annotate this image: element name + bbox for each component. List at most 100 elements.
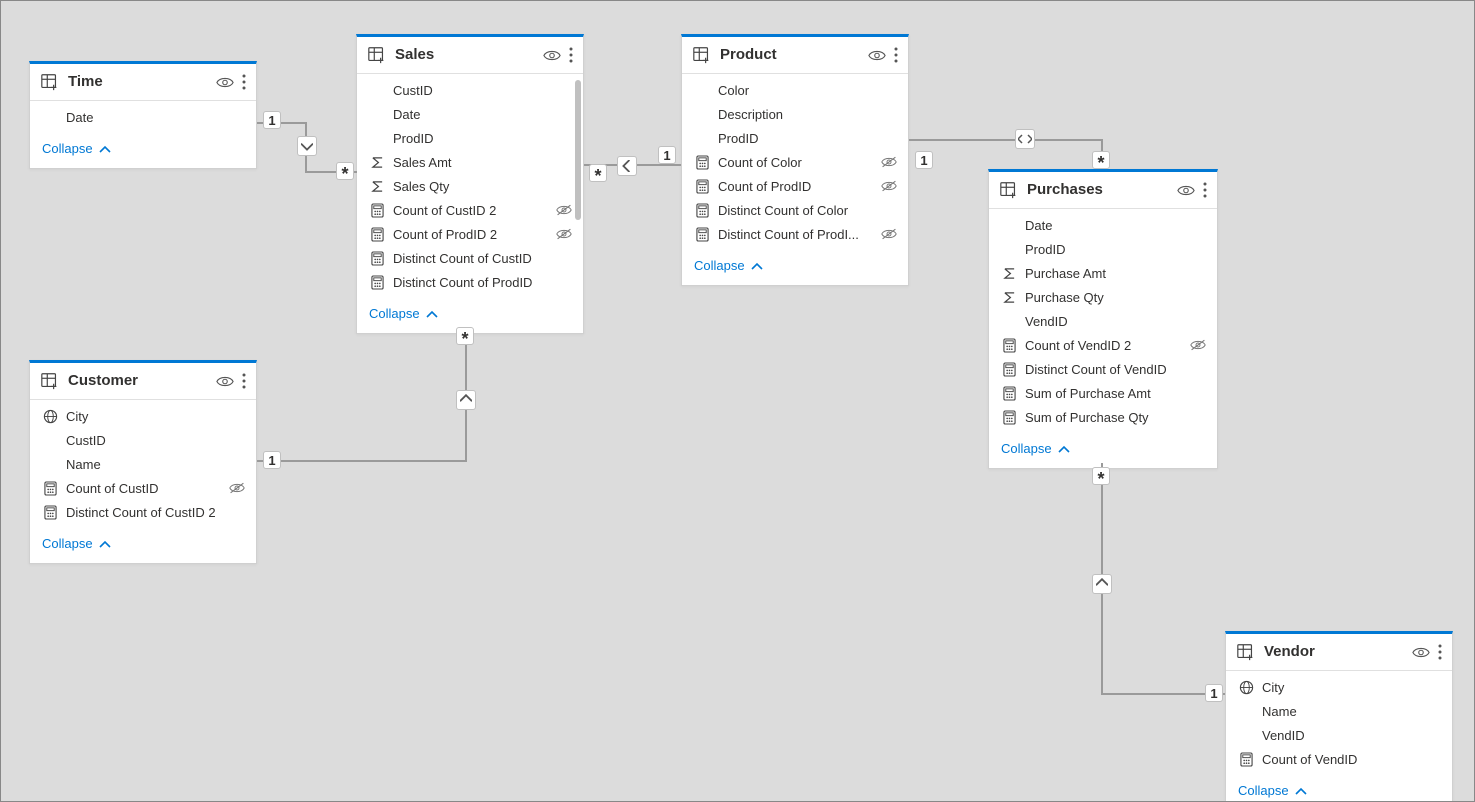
field-name: Sum of Purchase Amt — [1025, 386, 1189, 401]
field-row[interactable]: Count of ProdID 2 — [357, 222, 583, 246]
field-row[interactable]: Distinct Count of CustID — [357, 246, 583, 270]
field-row[interactable]: Distinct Count of VendID — [989, 357, 1217, 381]
collapse-button[interactable]: Collapse — [30, 526, 256, 563]
field-row[interactable]: VendID — [1226, 723, 1452, 747]
table-card-sales[interactable]: Sales CustID Date ProdID Sales Amt Sales Qty C… — [356, 34, 584, 334]
blank-icon — [42, 456, 58, 472]
field-row[interactable]: Sum of Purchase Amt — [989, 381, 1217, 405]
table-header[interactable]: Product — [682, 37, 908, 74]
table-card-product[interactable]: Product ColorDescription ProdID Count of Co… — [681, 34, 909, 286]
field-name: Sum of Purchase Qty — [1025, 410, 1189, 425]
calculator-icon — [694, 202, 710, 218]
field-row[interactable]: ProdID — [357, 126, 583, 150]
field-row[interactable]: Date — [989, 213, 1217, 237]
visibility-icon[interactable] — [1412, 646, 1430, 659]
field-name: Distinct Count of CustID 2 — [66, 505, 228, 520]
field-name: Count of VendID 2 — [1025, 338, 1189, 353]
table-title: Customer — [68, 371, 216, 391]
field-row[interactable]: Distinct Count of ProdID — [357, 270, 583, 294]
more-options-icon[interactable] — [569, 47, 573, 63]
field-row[interactable]: Count of CustID 2 — [357, 198, 583, 222]
visibility-icon[interactable] — [868, 49, 886, 62]
collapse-label: Collapse — [42, 536, 93, 551]
collapse-button[interactable]: Collapse — [682, 248, 908, 285]
table-card-purchases[interactable]: Purchases DateProdID Purchase Amt Purchase … — [988, 169, 1218, 469]
sigma-icon — [1001, 289, 1017, 305]
visibility-icon[interactable] — [1177, 184, 1195, 197]
field-row[interactable]: Sales Qty — [357, 174, 583, 198]
field-name: Date — [66, 110, 228, 125]
field-row[interactable]: ProdID — [989, 237, 1217, 261]
field-row[interactable]: Distinct Count of CustID 2 — [30, 500, 256, 524]
visibility-icon[interactable] — [216, 375, 234, 388]
field-row[interactable]: City — [1226, 675, 1452, 699]
hidden-icon — [555, 204, 573, 216]
field-row[interactable]: Count of VendID — [1226, 747, 1452, 771]
collapse-label: Collapse — [1001, 441, 1052, 456]
field-row[interactable]: CustID — [357, 78, 583, 102]
field-row[interactable]: VendID — [989, 309, 1217, 333]
globe-icon — [42, 408, 58, 424]
collapse-button[interactable]: Collapse — [1226, 773, 1452, 802]
field-row[interactable]: Description — [682, 102, 908, 126]
field-name: Distinct Count of CustID — [393, 251, 555, 266]
field-name: Purchase Amt — [1025, 266, 1189, 281]
field-row[interactable]: Sales Amt — [357, 150, 583, 174]
field-row[interactable]: Count of ProdID — [682, 174, 908, 198]
field-row[interactable]: Date — [357, 102, 583, 126]
field-name: Count of ProdID — [718, 179, 880, 194]
table-header[interactable]: Purchases — [989, 172, 1217, 209]
model-canvas[interactable]: 1 * 1 * 1 * 1 * * 1 TimeDateCollapseSale… — [0, 0, 1475, 802]
field-row[interactable]: Distinct Count of Color — [682, 198, 908, 222]
collapse-button[interactable]: Collapse — [989, 431, 1217, 468]
cardinality-many: * — [456, 327, 474, 345]
table-title: Purchases — [1027, 180, 1177, 200]
blank-icon — [1238, 727, 1254, 743]
scrollbar-thumb[interactable] — [575, 80, 581, 220]
field-row[interactable]: Purchase Qty — [989, 285, 1217, 309]
field-name: ProdID — [718, 131, 880, 146]
table-header[interactable]: Vendor — [1226, 634, 1452, 671]
field-name: Count of CustID 2 — [393, 203, 555, 218]
visibility-icon[interactable] — [543, 49, 561, 62]
field-name: City — [1262, 680, 1424, 695]
more-options-icon[interactable] — [1438, 644, 1442, 660]
field-row[interactable]: Name — [1226, 699, 1452, 723]
table-icon — [367, 45, 387, 65]
table-card-time[interactable]: Time Date Collapse — [29, 61, 257, 169]
field-name: CustID — [393, 83, 555, 98]
table-card-customer[interactable]: Customer CityCustIDNameCount of CustID Dis… — [29, 360, 257, 564]
field-row[interactable]: Count of CustID — [30, 476, 256, 500]
table-card-vendor[interactable]: Vendor City Name VendID Count of VendIDColla… — [1225, 631, 1453, 802]
field-row[interactable]: Distinct Count of ProdI... — [682, 222, 908, 246]
field-name: Sales Amt — [393, 155, 555, 170]
field-name: Distinct Count of ProdI... — [718, 227, 880, 242]
more-options-icon[interactable] — [242, 74, 246, 90]
field-row[interactable]: Count of VendID 2 — [989, 333, 1217, 357]
calculator-icon — [694, 226, 710, 242]
field-name: Distinct Count of VendID — [1025, 362, 1189, 377]
more-options-icon[interactable] — [242, 373, 246, 389]
field-row[interactable]: CustID — [30, 428, 256, 452]
blank-icon — [694, 130, 710, 146]
collapse-button[interactable]: Collapse — [30, 131, 256, 168]
field-row[interactable]: Color — [682, 78, 908, 102]
field-row[interactable]: Purchase Amt — [989, 261, 1217, 285]
field-name: Date — [393, 107, 555, 122]
field-name: VendID — [1262, 728, 1424, 743]
field-row[interactable]: Name — [30, 452, 256, 476]
table-header[interactable]: Sales — [357, 37, 583, 74]
table-header[interactable]: Customer — [30, 363, 256, 400]
field-row[interactable]: Date — [30, 105, 256, 129]
field-row[interactable]: Count of Color — [682, 150, 908, 174]
field-row[interactable]: City — [30, 404, 256, 428]
field-row[interactable]: ProdID — [682, 126, 908, 150]
calculator-icon — [369, 274, 385, 290]
more-options-icon[interactable] — [894, 47, 898, 63]
field-row[interactable]: Sum of Purchase Qty — [989, 405, 1217, 429]
table-header[interactable]: Time — [30, 64, 256, 101]
cardinality-one: 1 — [1205, 684, 1223, 702]
more-options-icon[interactable] — [1203, 182, 1207, 198]
visibility-icon[interactable] — [216, 76, 234, 89]
table-title: Sales — [395, 45, 543, 65]
